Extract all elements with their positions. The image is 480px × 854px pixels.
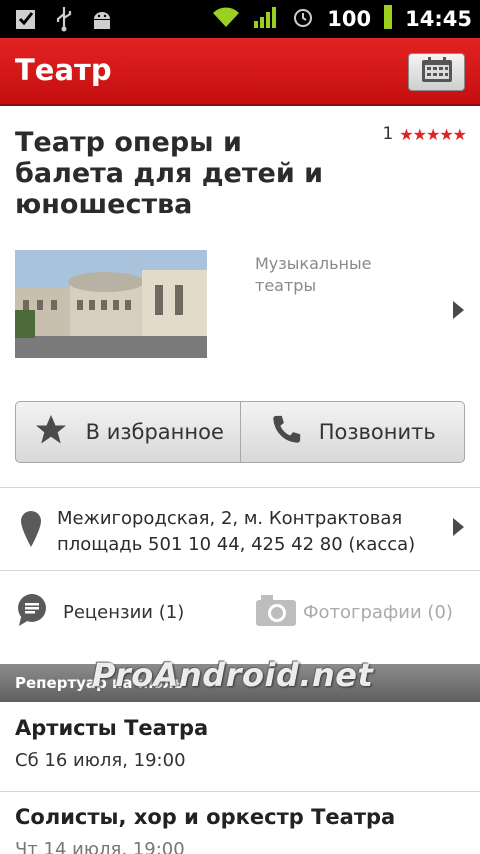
venue-title: Театр оперы и балета для детей и юношест… bbox=[15, 127, 324, 220]
phone-icon bbox=[269, 412, 303, 453]
call-label: Позвонить bbox=[318, 420, 436, 444]
battery-icon bbox=[383, 4, 393, 34]
rating: 1 ★★★★★ bbox=[382, 124, 467, 144]
event-item[interactable]: Артисты Театра Сб 16 июля, 19:00 bbox=[15, 716, 465, 771]
action-buttons: В избранное Позвонить bbox=[15, 401, 465, 463]
alarm-icon bbox=[291, 5, 315, 33]
venue-category: Музыкальные театры bbox=[255, 254, 372, 295]
event-item[interactable]: Солисты, хор и оркестр Театра Чт 14 июля… bbox=[15, 805, 465, 854]
photos-label: Фотографии (0) bbox=[303, 601, 453, 623]
checklist-icon bbox=[14, 7, 38, 35]
photos-link[interactable]: Фотографии (0) bbox=[255, 592, 453, 632]
camera-icon bbox=[255, 593, 297, 632]
venue-photo[interactable] bbox=[15, 250, 207, 358]
divider bbox=[0, 791, 480, 792]
battery-level: 100 bbox=[327, 7, 372, 31]
reviews-link[interactable]: Рецензии (1) bbox=[15, 592, 184, 632]
action-bar: Театр bbox=[0, 38, 480, 106]
photo-row-arrow-icon[interactable] bbox=[453, 301, 464, 319]
divider bbox=[0, 570, 480, 571]
event-date: Сб 16 июля, 19:00 bbox=[15, 750, 186, 771]
android-debug-icon bbox=[90, 7, 114, 35]
address-text[interactable]: Межигородская, 2, м. Контрактовая площад… bbox=[57, 506, 437, 558]
star-icon bbox=[32, 412, 70, 453]
address-arrow-icon[interactable] bbox=[453, 518, 464, 536]
page-title: Театр bbox=[15, 53, 112, 87]
map-pin-icon bbox=[20, 510, 42, 552]
usb-icon bbox=[54, 6, 74, 36]
calendar-icon bbox=[420, 56, 454, 88]
reviews-label: Рецензии (1) bbox=[63, 601, 185, 623]
rating-stars: ★★★★★ bbox=[399, 124, 467, 144]
wifi-icon bbox=[211, 5, 241, 33]
rating-count: 1 bbox=[382, 124, 394, 144]
favorite-label: В избранное bbox=[85, 420, 224, 444]
event-title: Артисты Театра bbox=[15, 716, 209, 740]
favorite-button[interactable]: В избранное bbox=[16, 402, 240, 462]
divider bbox=[0, 487, 480, 488]
call-button[interactable]: Позвонить bbox=[239, 402, 465, 462]
comment-icon bbox=[15, 593, 49, 632]
calendar-button[interactable] bbox=[408, 53, 465, 91]
event-date: Чт 14 июля, 19:00 bbox=[15, 839, 185, 854]
status-bar: 100 14:45 bbox=[0, 0, 480, 38]
watermark: ProAndroid.net bbox=[92, 656, 374, 694]
event-title: Солисты, хор и оркестр Театра bbox=[15, 805, 396, 829]
clock: 14:45 bbox=[405, 7, 472, 31]
signal-icon bbox=[253, 5, 279, 33]
